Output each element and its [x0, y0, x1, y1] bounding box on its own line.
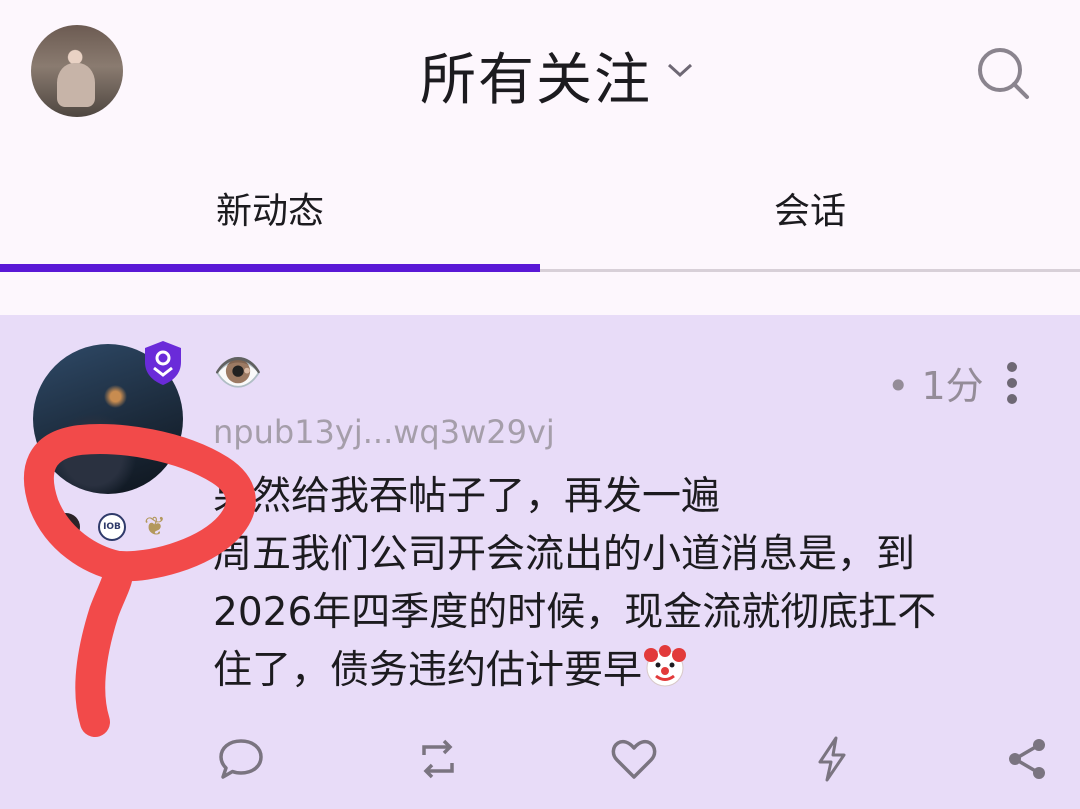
post-card[interactable]: IOB ❦ 👁️ npub13yj...wq3w29vj • 1分 果然给我吞帖…	[0, 315, 1080, 809]
clown-face-icon	[644, 645, 687, 687]
more-options-icon[interactable]	[1004, 359, 1020, 409]
feed-selector[interactable]: 所有关注	[420, 40, 694, 113]
app-header: 所有关注	[0, 0, 1080, 145]
feed-tabs: 新动态 会话	[0, 145, 1080, 273]
post-content[interactable]: 果然给我吞帖子了，再发一遍 周五我们公司开会流出的小道消息是，到 2026年四季…	[213, 468, 1023, 700]
like-icon[interactable]	[610, 735, 658, 783]
tab-conversations[interactable]: 会话	[540, 145, 1080, 270]
chevron-down-icon	[667, 63, 693, 78]
badge-iob[interactable]: IOB	[98, 513, 126, 541]
author-npub[interactable]: npub13yj...wq3w29vj	[213, 413, 555, 451]
author-name[interactable]: 👁️	[213, 349, 263, 396]
author-badges: IOB ❦	[52, 513, 172, 541]
badge-wheat-icon[interactable]: ❦	[144, 513, 172, 541]
page-title: 所有关注	[420, 47, 652, 113]
tab-new-posts[interactable]: 新动态	[0, 145, 540, 270]
post-time: • 1分	[887, 364, 984, 408]
reply-icon[interactable]	[217, 735, 265, 783]
verified-shield-icon	[145, 341, 181, 385]
post-line: 周五我们公司开会流出的小道消息是，到	[213, 532, 916, 577]
share-icon[interactable]	[1003, 735, 1051, 783]
active-tab-indicator	[0, 264, 540, 272]
post-actions	[0, 735, 1080, 795]
badge-dark[interactable]	[52, 513, 80, 541]
tab-label: 新动态	[215, 190, 324, 232]
zap-icon[interactable]	[808, 735, 856, 783]
post-line: 住了，债务违约估计要早	[213, 642, 1023, 700]
post-line: 2026年四季度的时候，现金流就彻底扛不	[213, 590, 937, 635]
post-line: 果然给我吞帖子了，再发一遍	[213, 474, 721, 519]
tab-label: 会话	[773, 190, 846, 232]
user-avatar[interactable]	[31, 25, 123, 117]
search-icon[interactable]	[975, 45, 1031, 101]
repost-icon[interactable]	[414, 735, 462, 783]
